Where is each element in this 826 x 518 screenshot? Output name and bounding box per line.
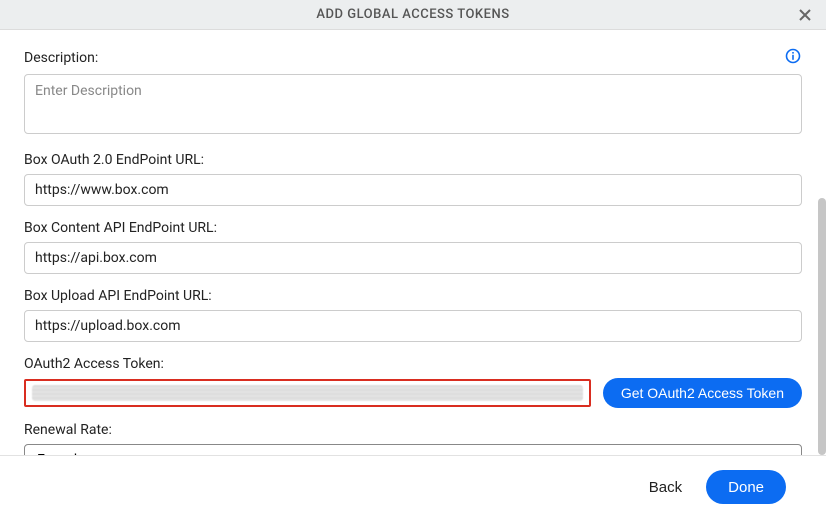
box-upload-api-label: Box Upload API EndPoint URL: (24, 288, 802, 304)
box-content-api-endpoint-input[interactable] (24, 242, 802, 274)
form-area: Description: Box OAuth 2.0 EndPoint URL:… (0, 30, 826, 455)
scrollbar-thumb[interactable] (818, 198, 826, 455)
oauth2-token-field[interactable] (24, 379, 591, 407)
box-upload-api-endpoint-input[interactable] (24, 310, 802, 342)
close-icon[interactable] (796, 6, 814, 24)
renewal-rate-select[interactable]: Every hour (24, 444, 802, 455)
dialog-header: ADD GLOBAL ACCESS TOKENS (0, 0, 826, 30)
description-input[interactable] (24, 74, 802, 134)
get-oauth2-token-button[interactable]: Get OAuth2 Access Token (603, 378, 802, 408)
oauth2-token-row: Get OAuth2 Access Token (24, 378, 802, 408)
renewal-rate-label: Renewal Rate: (24, 422, 802, 438)
description-label: Description: (24, 50, 98, 66)
info-icon[interactable] (784, 47, 802, 65)
done-button[interactable]: Done (706, 470, 786, 504)
dialog-title: ADD GLOBAL ACCESS TOKENS (316, 7, 509, 22)
dialog-footer: Back Done (0, 455, 826, 518)
oauth2-token-label: OAuth2 Access Token: (24, 356, 802, 372)
dialog-body: Description: Box OAuth 2.0 EndPoint URL:… (0, 30, 826, 455)
box-oauth-label: Box OAuth 2.0 EndPoint URL: (24, 152, 802, 168)
description-label-row: Description: (24, 46, 802, 66)
back-button[interactable]: Back (645, 473, 686, 502)
redacted-token (32, 385, 583, 401)
box-oauth-endpoint-input[interactable] (24, 174, 802, 206)
box-content-api-label: Box Content API EndPoint URL: (24, 220, 802, 236)
